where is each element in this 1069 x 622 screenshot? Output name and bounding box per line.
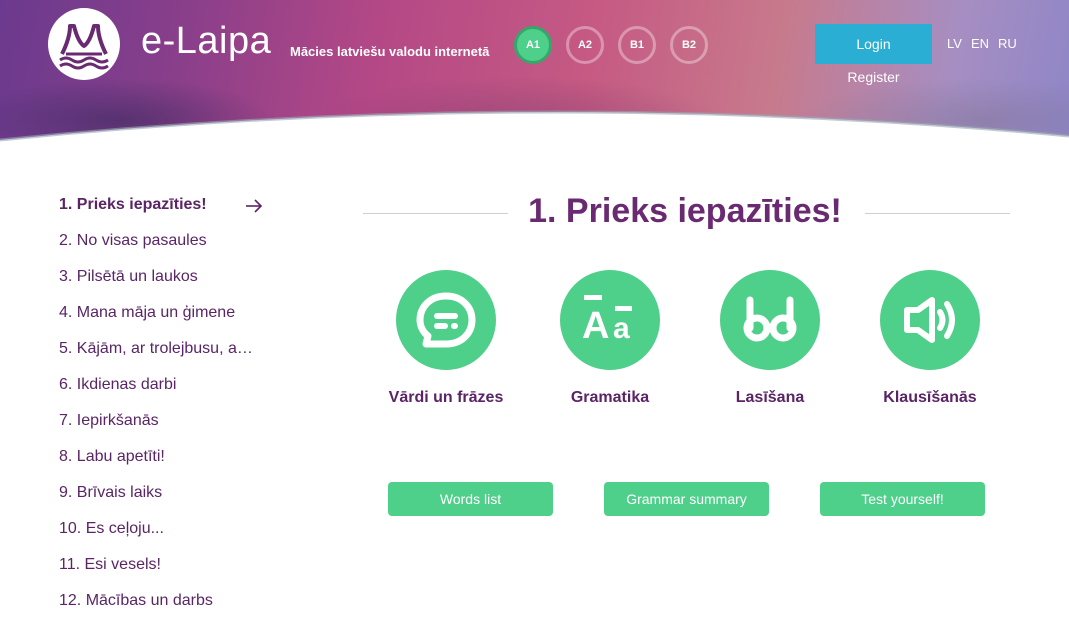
grammar-letters-icon: A a: [582, 295, 632, 347]
lang-ru-link[interactable]: RU: [998, 36, 1017, 51]
sidebar-item-lesson-2[interactable]: 2. No visas pasaules: [59, 232, 274, 268]
words-list-button[interactable]: Words list: [388, 482, 553, 516]
header-curve: [0, 110, 1069, 150]
chat-bubble-icon: [416, 292, 476, 348]
title-divider-right: [865, 213, 1010, 214]
section-circle[interactable]: [720, 270, 820, 370]
lesson-sidebar: 1. Prieks iepazīties! 2. No visas pasaul…: [59, 196, 274, 622]
sidebar-item-lesson-9[interactable]: 9. Brīvais laiks: [59, 484, 274, 520]
brand-name[interactable]: e-Laipa: [141, 20, 271, 63]
section-reading[interactable]: Lasīšana: [700, 270, 840, 407]
test-yourself-button[interactable]: Test yourself!: [820, 482, 985, 516]
logo[interactable]: [48, 8, 120, 80]
login-button[interactable]: Login: [815, 24, 932, 64]
svg-text:a: a: [613, 312, 630, 345]
title-divider-left: [363, 213, 508, 214]
section-circle[interactable]: [396, 270, 496, 370]
sidebar-item-lesson-6[interactable]: 6. Ikdienas darbi: [59, 376, 274, 412]
svg-text:A: A: [582, 305, 609, 347]
register-link[interactable]: Register: [815, 69, 932, 85]
section-label: Lasīšana: [735, 389, 805, 406]
sidebar-item-lesson-12[interactable]: 12. Mācības un darbs: [59, 592, 274, 622]
level-a2-button[interactable]: A2: [566, 26, 604, 64]
section-words-phrases[interactable]: Vārdi un frāzes: [376, 270, 516, 407]
tagline: Mācies latviešu valodu internetā: [290, 44, 490, 59]
sidebar-item-lesson-1[interactable]: 1. Prieks iepazīties!: [59, 196, 274, 232]
section-grammar[interactable]: A a Gramatika: [540, 270, 680, 407]
level-b2-button[interactable]: B2: [670, 26, 708, 64]
lang-en-link[interactable]: EN: [971, 36, 989, 51]
sidebar-item-lesson-10[interactable]: 10. Es ceļoju...: [59, 520, 274, 556]
speaker-icon: [904, 297, 955, 343]
sidebar-item-lesson-5[interactable]: 5. Kājām, ar trolejbusu, ar ...: [59, 340, 274, 376]
bridge-logo-icon: [59, 24, 109, 70]
lang-lv-link[interactable]: LV: [947, 36, 962, 51]
sidebar-item-lesson-11[interactable]: 11. Esi vesels!: [59, 556, 274, 592]
level-a1-button[interactable]: A1: [514, 26, 552, 64]
sidebar-item-lesson-7[interactable]: 7. Iepirkšanās: [59, 412, 274, 448]
sidebar-item-lesson-8[interactable]: 8. Labu apetīti!: [59, 448, 274, 484]
section-label: Klausīšanās: [883, 389, 977, 406]
sidebar-item-lesson-3[interactable]: 3. Pilsētā un laukos: [59, 268, 274, 304]
reading-glasses-icon: [743, 296, 797, 342]
sidebar-item-lesson-4[interactable]: 4. Mana māja un ģimene: [59, 304, 274, 340]
section-circle[interactable]: [880, 270, 980, 370]
grammar-summary-button[interactable]: Grammar summary: [604, 482, 769, 516]
section-label: Vārdi un frāzes: [388, 389, 504, 406]
section-label: Gramatika: [570, 389, 650, 406]
page-title: 1. Prieks iepazīties!: [528, 192, 842, 230]
section-circle[interactable]: A a: [560, 270, 660, 370]
section-listening[interactable]: Klausīšanās: [860, 270, 1000, 407]
arrow-right-icon: [246, 199, 263, 213]
level-b1-button[interactable]: B1: [618, 26, 656, 64]
